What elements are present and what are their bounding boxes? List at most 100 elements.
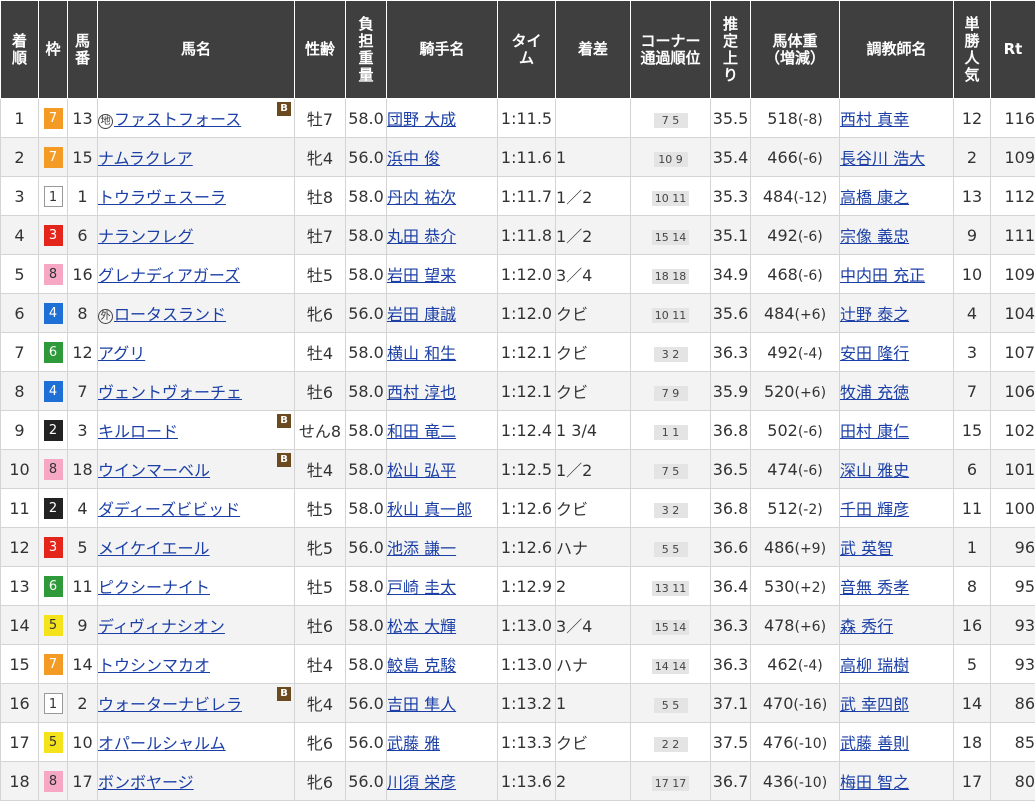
body-weight-diff: (-12): [793, 190, 827, 206]
header-number[interactable]: 馬番: [68, 1, 98, 99]
header-row: 着順 枠 馬番 馬名 性齢 負担重量 騎手名 タイム 着差 コーナー通過順位 推…: [1, 1, 1035, 99]
jockey-link[interactable]: 丸田 恭介: [387, 227, 456, 246]
jockey-link[interactable]: 吉田 隼人: [387, 695, 456, 714]
header-rank[interactable]: 着順: [1, 1, 39, 99]
jockey-link[interactable]: 団野 大成: [387, 110, 456, 129]
header-rating[interactable]: Rt: [991, 1, 1035, 99]
body-weight-diff: (+9): [794, 541, 826, 557]
trainer-link[interactable]: 高橋 康之: [840, 188, 909, 207]
trainer-link[interactable]: 安田 隆行: [840, 344, 909, 363]
horse-name-link[interactable]: メイケイエール: [98, 539, 210, 558]
trainer-link[interactable]: 牧浦 充徳: [840, 383, 909, 402]
trainer-cell: 辻野 泰之: [840, 294, 954, 333]
jockey-link[interactable]: 秋山 真一郎: [387, 500, 472, 519]
horse-name-link[interactable]: アグリ: [98, 344, 145, 363]
jockey-link[interactable]: 武藤 雅: [387, 734, 440, 753]
jockey-link[interactable]: 丹内 祐次: [387, 188, 456, 207]
jockey-link[interactable]: 浜中 俊: [387, 149, 440, 168]
header-popularity[interactable]: 単勝人気: [954, 1, 991, 99]
horse-name-link[interactable]: オパールシャルム: [98, 734, 226, 753]
trainer-link[interactable]: 宗像 義忠: [840, 227, 909, 246]
jockey-link[interactable]: 岩田 望来: [387, 266, 456, 285]
jockey-link[interactable]: 横山 和生: [387, 344, 456, 363]
jockey-link[interactable]: 岩田 康誠: [387, 305, 456, 324]
jockey-link[interactable]: 鮫島 克駿: [387, 656, 456, 675]
popularity-cell: 18: [954, 723, 991, 762]
trainer-link[interactable]: 梅田 智之: [840, 773, 909, 792]
header-horse-name[interactable]: 馬名: [98, 1, 295, 99]
horse-name-link[interactable]: ファストフォース: [114, 110, 241, 129]
rank-cell: 6: [1, 294, 39, 333]
horse-name-link[interactable]: ダディーズビビッド: [98, 500, 240, 519]
corner-badge: 5 5: [654, 698, 688, 713]
margin-cell: ハナ: [556, 528, 631, 567]
trainer-link[interactable]: 西村 真幸: [840, 110, 909, 129]
horse-name-link[interactable]: トウラヴェスーラ: [98, 188, 226, 207]
trainer-link[interactable]: 辻野 泰之: [840, 305, 909, 324]
jockey-link[interactable]: 松山 弘平: [387, 461, 456, 480]
horse-name-link[interactable]: グレナディアガーズ: [98, 266, 240, 285]
trainer-link[interactable]: 深山 雅史: [840, 461, 909, 480]
time-cell: 1:12.0: [498, 255, 556, 294]
horse-name-link[interactable]: ピクシーナイト: [98, 578, 210, 597]
trainer-cell: 中内田 充正: [840, 255, 954, 294]
trainer-link[interactable]: 高柳 瑞樹: [840, 656, 909, 675]
rank-cell: 4: [1, 216, 39, 255]
trainer-cell: 深山 雅史: [840, 450, 954, 489]
origin-mark-icon: 外: [98, 309, 113, 324]
jockey-link[interactable]: 川須 栄彦: [387, 773, 456, 792]
horse-name-link[interactable]: トウシンマカオ: [98, 656, 210, 675]
horse-name-cell: オパールシャルム: [98, 723, 295, 762]
trainer-link[interactable]: 武藤 善則: [840, 734, 909, 753]
horse-name-link[interactable]: ナムラクレア: [98, 149, 193, 168]
horse-name-link[interactable]: ナランフレグ: [98, 227, 194, 246]
horse-name-link[interactable]: ウインマーベル: [98, 461, 210, 480]
header-sex-age[interactable]: 性齢: [295, 1, 346, 99]
sex-age-cell: 牝6: [295, 294, 346, 333]
horse-name-link[interactable]: ロータスランド: [114, 305, 226, 324]
margin-cell: 2: [556, 762, 631, 801]
jockey-link[interactable]: 和田 竜二: [387, 422, 456, 441]
header-corner[interactable]: コーナー通過順位: [631, 1, 711, 99]
horse-name-link[interactable]: キルロード: [98, 422, 178, 441]
trainer-link[interactable]: 田村 康仁: [840, 422, 909, 441]
trainer-link[interactable]: 音無 秀孝: [840, 578, 909, 597]
trainer-link[interactable]: 長谷川 浩大: [840, 149, 925, 168]
rank-cell: 5: [1, 255, 39, 294]
horse-name-link[interactable]: ボンボヤージ: [98, 773, 194, 792]
trainer-link[interactable]: 武 幸四郎: [840, 695, 909, 714]
trainer-link[interactable]: 武 英智: [840, 539, 893, 558]
horse-name-link[interactable]: ディヴィナシオン: [98, 617, 225, 636]
rank-cell: 8: [1, 372, 39, 411]
rank-cell: 11: [1, 489, 39, 528]
trainer-link[interactable]: 森 秀行: [840, 617, 893, 636]
jockey-link[interactable]: 池添 謙一: [387, 539, 456, 558]
header-trainer[interactable]: 調教師名: [840, 1, 954, 99]
waku-cell: 1: [39, 177, 68, 216]
horse-name-link[interactable]: ウォーターナビレラ: [98, 695, 242, 714]
header-time[interactable]: タイム: [498, 1, 556, 99]
header-last-3f[interactable]: 推定上り: [711, 1, 751, 99]
horse-number-cell: 9: [68, 606, 98, 645]
jockey-link[interactable]: 西村 淳也: [387, 383, 456, 402]
header-weight[interactable]: 負担重量: [346, 1, 387, 99]
table-row: 8 4 7 ヴェントヴォーチェ 牡6 58.0 西村 淳也 1:12.1 クビ …: [1, 372, 1035, 411]
jockey-cell: 横山 和生: [387, 333, 498, 372]
header-waku[interactable]: 枠: [39, 1, 68, 99]
jockey-link[interactable]: 松本 大輝: [387, 617, 456, 636]
header-body-weight[interactable]: 馬体重（増減）: [751, 1, 840, 99]
trainer-link[interactable]: 千田 輝彦: [840, 500, 909, 519]
trainer-link[interactable]: 中内田 充正: [840, 266, 925, 285]
popularity-cell: 5: [954, 645, 991, 684]
jockey-cell: 川須 栄彦: [387, 762, 498, 801]
trainer-cell: 安田 隆行: [840, 333, 954, 372]
horse-name-link[interactable]: ヴェントヴォーチェ: [98, 383, 242, 402]
body-weight-cell: 512(-2): [751, 489, 840, 528]
jockey-link[interactable]: 戸崎 圭太: [387, 578, 456, 597]
waku-badge: 3: [44, 537, 63, 558]
popularity-cell: 11: [954, 489, 991, 528]
header-jockey[interactable]: 騎手名: [387, 1, 498, 99]
header-margin[interactable]: 着差: [556, 1, 631, 99]
rank-cell: 18: [1, 762, 39, 801]
popularity-cell: 15: [954, 411, 991, 450]
